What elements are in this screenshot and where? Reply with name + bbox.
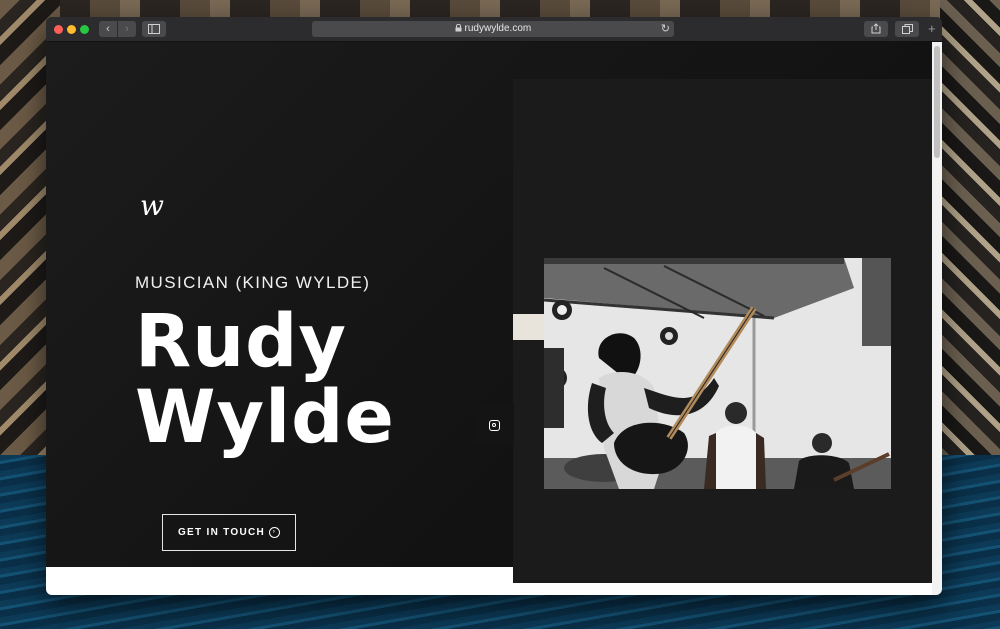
- browser-window: ‹ › rudywylde.com ↻ + w MUSICIAN (KING W…: [46, 17, 942, 595]
- chevron-right-icon: ›: [125, 23, 129, 35]
- scrollbar-thumb[interactable]: [934, 46, 940, 158]
- signature-logo[interactable]: w: [140, 192, 164, 220]
- browser-toolbar: ‹ › rudywylde.com ↻ +: [46, 17, 942, 42]
- hero-title-line-2: Wylde: [135, 375, 395, 460]
- wallpaper-cliff-right: [940, 0, 1000, 460]
- url-text: rudywylde.com: [464, 23, 532, 34]
- sidebar-toggle-button[interactable]: [142, 21, 166, 37]
- zoom-window-button[interactable]: [80, 25, 89, 34]
- lock-icon: [455, 23, 462, 32]
- hero-photo: [544, 258, 891, 489]
- accent-block: [513, 314, 545, 340]
- panel-bottom-strip: [513, 583, 932, 595]
- instagram-icon: [488, 419, 500, 431]
- share-icon: [871, 23, 881, 34]
- reload-icon[interactable]: ↻: [661, 21, 670, 37]
- wallpaper-top: [0, 0, 1000, 18]
- close-window-button[interactable]: [54, 25, 63, 34]
- arrow-circle-icon: ›: [269, 527, 281, 538]
- back-button[interactable]: ‹: [99, 21, 117, 37]
- chevron-left-icon: ‹: [106, 23, 110, 35]
- new-tab-button[interactable]: +: [928, 22, 936, 35]
- get-in-touch-button[interactable]: GET IN TOUCH ›: [162, 514, 296, 551]
- web-page: w MUSICIAN (KING WYLDE) Rudy Wylde GET I…: [46, 42, 932, 595]
- page-scrollbar[interactable]: [932, 42, 942, 595]
- page-bottom-strip: [46, 567, 513, 595]
- hero-subtitle: MUSICIAN (KING WYLDE): [135, 273, 371, 292]
- tabs-icon: [901, 24, 913, 34]
- sidebar-icon: [148, 24, 160, 34]
- concert-photo-illustration: [544, 258, 891, 489]
- get-in-touch-label: GET IN TOUCH: [177, 527, 266, 538]
- address-bar[interactable]: rudywylde.com ↻: [312, 21, 674, 37]
- forward-button[interactable]: ›: [118, 21, 136, 37]
- show-tabs-button[interactable]: [895, 21, 919, 37]
- instagram-link[interactable]: [474, 405, 514, 445]
- hero-title-line-1: Rudy: [135, 299, 348, 384]
- share-button[interactable]: [864, 21, 888, 37]
- minimize-window-button[interactable]: [67, 25, 76, 34]
- hero-title: Rudy Wylde: [135, 304, 395, 456]
